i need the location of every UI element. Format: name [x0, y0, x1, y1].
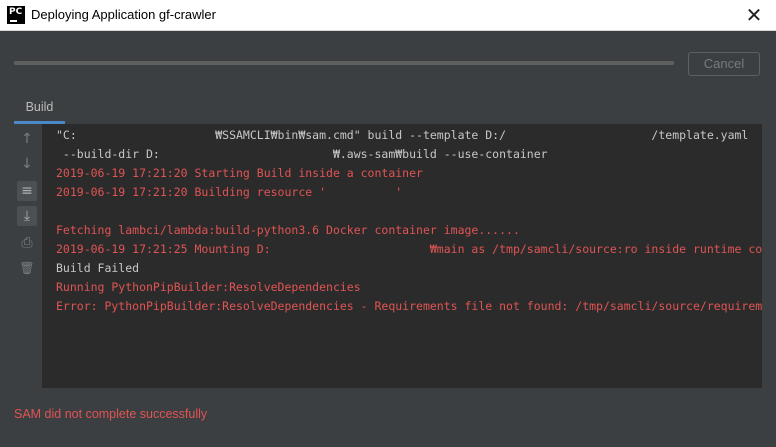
- console-line: "C: ₩SSAMCLI₩bin₩sam.cmd" build --templa…: [56, 128, 749, 142]
- console-line: Fetching lambci/lambda:build-python3.6 D…: [56, 223, 520, 237]
- soft-wrap-icon[interactable]: ≡: [17, 181, 37, 201]
- console-line: 2019-06-19 17:21:20 Building resource ' …: [56, 185, 403, 199]
- arrow-down-icon[interactable]: ↓: [17, 154, 37, 174]
- build-console[interactable]: "C: ₩SSAMCLI₩bin₩sam.cmd" build --templa…: [42, 124, 762, 388]
- scroll-to-end-icon[interactable]: ⤓: [17, 206, 37, 226]
- progress-bar: [14, 61, 674, 65]
- app-icon-text: PC: [9, 7, 23, 17]
- print-icon[interactable]: ⎙: [17, 233, 37, 253]
- console-line: Running PythonPipBuilder:ResolveDependen…: [56, 280, 361, 294]
- tab-build[interactable]: Build: [14, 96, 65, 122]
- arrow-up-icon[interactable]: ↑: [17, 129, 37, 149]
- console-line: Error: PythonPipBuilder:ResolveDependenc…: [56, 299, 762, 313]
- console-line: --build-dir D: ₩.aws-sam₩build --use-con…: [56, 147, 548, 161]
- status-message: SAM did not complete successfully: [14, 407, 208, 421]
- console-line: 2019-06-19 17:21:20 Starting Build insid…: [56, 166, 423, 180]
- title-bar: PC Deploying Application gf-crawler ✕: [0, 0, 776, 31]
- cancel-button[interactable]: Cancel: [688, 52, 760, 76]
- close-icon[interactable]: ✕: [742, 3, 766, 27]
- window-title: Deploying Application gf-crawler: [31, 7, 216, 22]
- trash-icon[interactable]: 🗑: [17, 258, 37, 278]
- console-line: 2019-06-19 17:21:25 Mounting D: ₩main as…: [56, 242, 762, 256]
- console-line: Build Failed: [56, 261, 140, 275]
- progress-fill: [14, 61, 674, 65]
- pycharm-logo-icon: PC: [7, 6, 25, 24]
